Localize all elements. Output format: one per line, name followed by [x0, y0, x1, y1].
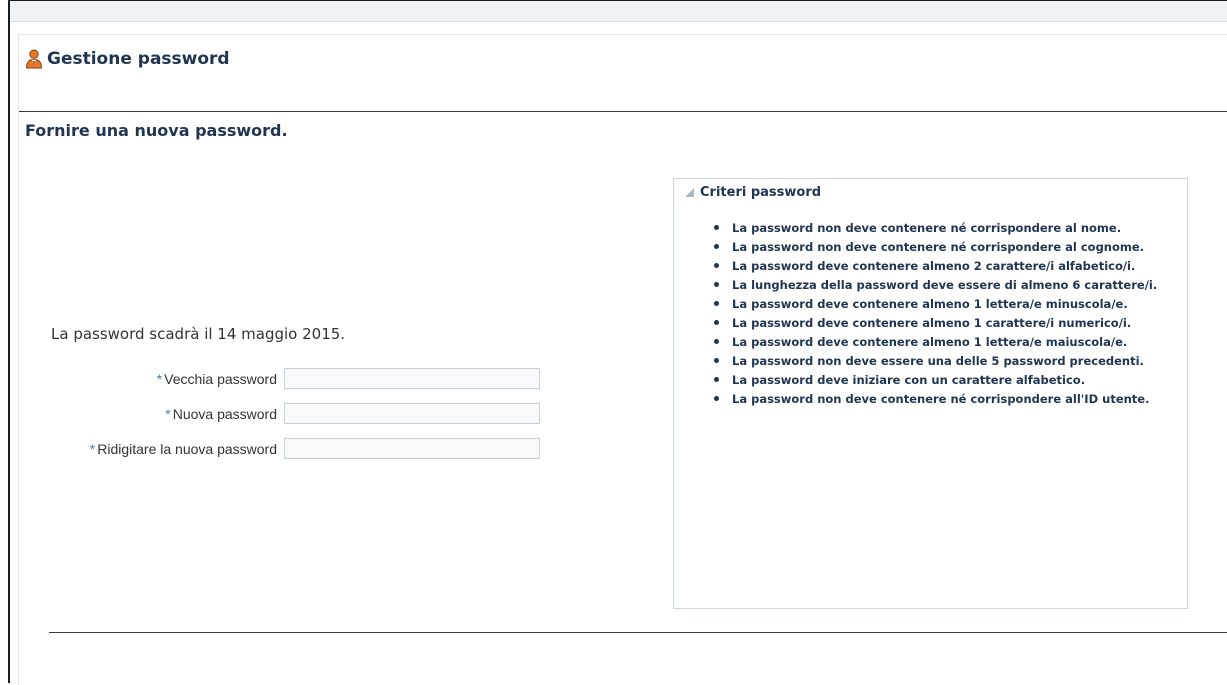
criteria-title: Criteri password	[700, 185, 822, 200]
section-heading: Fornire una nuova password.	[25, 121, 288, 140]
bullet-icon	[714, 225, 719, 230]
password-management-panel: Gestione password Fornire una nuova pass…	[18, 34, 1227, 685]
criteria-item: La password deve contenere almeno 1 cara…	[674, 316, 1174, 331]
old-password-input[interactable]	[284, 368, 540, 389]
old-password-row: * Vecchia password	[19, 368, 540, 391]
bullet-icon	[714, 396, 719, 401]
bullet-icon	[714, 358, 719, 363]
criteria-item: La password deve contenere almeno 1 lett…	[674, 335, 1174, 350]
required-marker: *	[165, 406, 171, 422]
criteria-item: La password non deve contenere né corris…	[674, 221, 1174, 236]
page-title: Gestione password	[47, 49, 230, 69]
confirm-password-row: * Ridigitare la nuova password	[19, 438, 540, 461]
criteria-item: La lunghezza della password deve essere …	[674, 278, 1174, 293]
required-marker: *	[156, 371, 163, 387]
password-criteria-box: Criteri password La password non deve co…	[673, 178, 1188, 609]
bullet-icon	[714, 244, 719, 249]
bullet-icon	[714, 320, 719, 325]
criteria-item: La password non deve contenere né corris…	[674, 392, 1174, 407]
user-icon	[26, 49, 42, 69]
criteria-item: La password deve contenere almeno 2 cara…	[674, 259, 1174, 274]
app-frame: Gestione password Fornire una nuova pass…	[8, 0, 1227, 685]
new-password-input[interactable]	[284, 403, 540, 424]
expiration-notice: La password scadrà il 14 maggio 2015.	[51, 325, 346, 343]
top-strip	[10, 1, 1227, 22]
header-divider	[19, 111, 1227, 112]
bullet-icon	[714, 377, 719, 382]
bullet-icon	[714, 263, 719, 268]
new-password-label: * Nuova password	[165, 406, 277, 422]
criteria-list: La password non deve contenere né corris…	[674, 221, 1174, 411]
criteria-item: La password non deve essere una delle 5 …	[674, 354, 1174, 369]
footer-divider	[49, 632, 1227, 633]
old-password-label: * Vecchia password	[156, 371, 277, 387]
confirm-password-input[interactable]	[284, 438, 540, 459]
criteria-item: La password deve iniziare con un caratte…	[674, 373, 1174, 388]
bullet-icon	[714, 301, 719, 306]
new-password-row: * Nuova password	[19, 403, 540, 426]
criteria-item: La password non deve contenere né corris…	[674, 240, 1174, 255]
bullet-icon	[714, 282, 719, 287]
bullet-icon	[714, 339, 719, 344]
collapse-triangle-icon	[685, 188, 694, 197]
confirm-password-label: * Ridigitare la nuova password	[89, 441, 277, 457]
criteria-disclosure-toggle[interactable]: Criteri password	[684, 185, 821, 200]
criteria-item: La password deve contenere almeno 1 lett…	[674, 297, 1174, 312]
required-marker: *	[89, 441, 96, 457]
page-header: Gestione password	[25, 47, 230, 71]
